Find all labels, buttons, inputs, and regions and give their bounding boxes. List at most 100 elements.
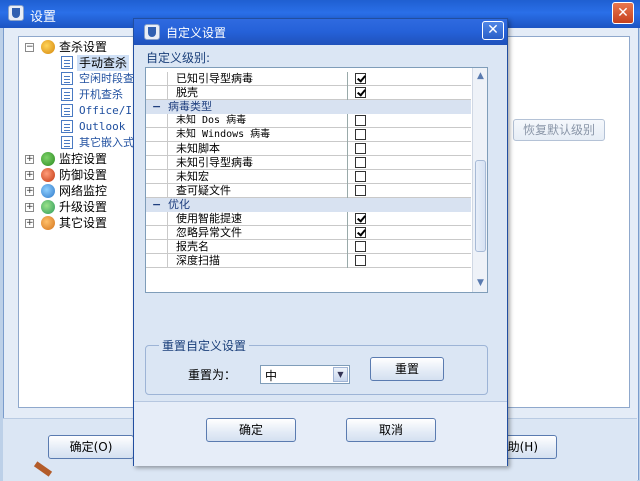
tree-item-scan-settings[interactable]: − 查杀设置	[19, 39, 137, 55]
tree-expand-icon[interactable]: +	[25, 219, 34, 228]
chevron-down-icon[interactable]: ▼	[333, 367, 348, 382]
list-item[interactable]: 脱壳	[146, 86, 471, 100]
tree-label: 查杀设置	[59, 40, 108, 54]
tree-item-outlook[interactable]: Outlook	[19, 119, 137, 135]
upgrade-globe-icon	[41, 200, 55, 214]
dialog-titlebar: 自定义设置 ✕	[134, 19, 507, 45]
shield-app-icon	[144, 24, 160, 40]
tree-item-idle-scan[interactable]: 空闲时段查	[19, 71, 137, 87]
scroll-up-icon[interactable]: ▲	[474, 70, 487, 83]
settings-tree: − 查杀设置 手动查杀 空闲时段查 开机查杀 Office/IE Outlook…	[18, 36, 139, 408]
restore-default-level-button[interactable]: 恢复默认级别	[513, 119, 605, 141]
list-item[interactable]: 查可疑文件	[146, 184, 471, 198]
magnifier-icon	[41, 40, 55, 54]
custom-settings-dialog: 自定义设置 ✕ 自定义级别: 已知引导型病毒 脱壳 − 病毒类型 未知 Dos …	[133, 18, 508, 466]
main-window-title: 设置	[30, 10, 57, 25]
document-icon	[61, 72, 73, 85]
tree-item-network-monitor[interactable]: + 网络监控	[19, 183, 137, 199]
tree-item-defense-settings[interactable]: + 防御设置	[19, 167, 137, 183]
option-checkbox[interactable]	[355, 129, 366, 140]
reset-level-value: 中	[265, 369, 278, 383]
dialog-button-bar: 确定 取消	[134, 401, 507, 466]
tree-item-manual-scan[interactable]: 手动查杀	[19, 55, 137, 71]
scroll-thumb[interactable]	[475, 160, 486, 252]
reset-button[interactable]: 重置	[370, 357, 444, 381]
list-item[interactable]: 忽略异常文件	[146, 226, 471, 240]
umbrella-icon	[41, 152, 55, 166]
list-item[interactable]: 已知引导型病毒	[146, 72, 471, 86]
option-checkbox[interactable]	[355, 255, 366, 266]
option-label: 未知脚本	[168, 142, 348, 156]
tree-expand-icon[interactable]: +	[25, 203, 34, 212]
main-ok-button[interactable]: 确定(O)	[48, 435, 134, 459]
option-checkbox[interactable]	[355, 227, 366, 238]
option-label: 已知引导型病毒	[168, 72, 348, 86]
tree-item-monitor-settings[interactable]: + 监控设置	[19, 151, 137, 167]
tree-expand-icon[interactable]: +	[25, 187, 34, 196]
option-checkbox[interactable]	[355, 73, 366, 84]
group-row-virus-types[interactable]: − 病毒类型	[146, 100, 471, 114]
option-label: 脱壳	[168, 86, 348, 100]
list-item[interactable]: 未知 Dos 病毒	[146, 114, 471, 128]
tree-label: 其它设置	[59, 216, 108, 230]
dialog-ok-button[interactable]: 确定	[206, 418, 296, 442]
group-collapse-icon[interactable]: −	[152, 100, 161, 114]
tree-item-startup-scan[interactable]: 开机查杀	[19, 87, 137, 103]
option-label: 未知宏	[168, 170, 348, 184]
document-icon	[61, 120, 73, 133]
list-item[interactable]: 未知引导型病毒	[146, 156, 471, 170]
tree-label: 升级设置	[59, 200, 108, 214]
list-item[interactable]: 使用智能提速	[146, 212, 471, 226]
option-label: 报壳名	[168, 240, 348, 254]
tree-label: Office/IE	[79, 104, 139, 117]
option-label: 未知 Dos 病毒	[168, 114, 348, 128]
option-checkbox[interactable]	[355, 213, 366, 224]
tree-label: Outlook	[79, 120, 126, 133]
list-scrollbar[interactable]: ▲ ▼	[472, 68, 487, 292]
reset-to-label: 重置为：	[188, 368, 237, 382]
tree-expand-icon[interactable]: +	[25, 155, 34, 164]
custom-level-label: 自定义级别:	[146, 51, 211, 65]
dialog-cancel-button[interactable]: 取消	[346, 418, 436, 442]
scroll-down-icon[interactable]: ▼	[474, 277, 487, 290]
list-item[interactable]: 报壳名	[146, 240, 471, 254]
document-icon	[61, 88, 73, 101]
list-item[interactable]: 未知宏	[146, 170, 471, 184]
option-checkbox[interactable]	[355, 87, 366, 98]
group-label: 优化	[168, 198, 190, 211]
option-label: 深度扫描	[168, 254, 348, 268]
tree-item-office-ie[interactable]: Office/IE	[19, 103, 139, 119]
dialog-close-button[interactable]: ✕	[482, 21, 504, 40]
group-label: 病毒类型	[168, 100, 212, 113]
tree-label: 防御设置	[59, 168, 108, 182]
option-checkbox[interactable]	[355, 115, 366, 126]
tree-collapse-icon[interactable]: −	[25, 43, 34, 52]
tree-item-other-embedded[interactable]: 其它嵌入式	[19, 135, 137, 151]
option-label: 未知 Windows 病毒	[168, 128, 348, 142]
group-row-optimization[interactable]: − 优化	[146, 198, 471, 212]
tree-label: 开机查杀	[79, 88, 123, 101]
reset-group-title: 重置自定义设置	[159, 337, 250, 354]
document-icon	[61, 136, 73, 149]
list-item[interactable]: 深度扫描	[146, 254, 471, 268]
option-checkbox[interactable]	[355, 157, 366, 168]
group-collapse-icon[interactable]: −	[152, 198, 161, 212]
main-close-button[interactable]: ✕	[612, 2, 634, 24]
list-item[interactable]: 未知 Windows 病毒	[146, 128, 471, 142]
option-checkbox[interactable]	[355, 171, 366, 182]
tree-item-other-settings[interactable]: + 其它设置	[19, 215, 137, 231]
dialog-title: 自定义设置	[166, 26, 227, 40]
list-item[interactable]: 未知脚本	[146, 142, 471, 156]
tree-label: 其它嵌入式	[79, 136, 134, 149]
tree-label: 网络监控	[59, 184, 108, 198]
reset-level-select[interactable]: 中 ▼	[260, 365, 350, 384]
custom-options-list: 已知引导型病毒 脱壳 − 病毒类型 未知 Dos 病毒 未知 Windows 病…	[145, 67, 488, 293]
option-checkbox[interactable]	[355, 185, 366, 196]
option-checkbox[interactable]	[355, 143, 366, 154]
tree-expand-icon[interactable]: +	[25, 171, 34, 180]
option-label: 查可疑文件	[168, 184, 348, 198]
document-icon	[61, 56, 73, 69]
tree-item-upgrade-settings[interactable]: + 升级设置	[19, 199, 137, 215]
option-checkbox[interactable]	[355, 241, 366, 252]
document-icon	[61, 104, 73, 117]
